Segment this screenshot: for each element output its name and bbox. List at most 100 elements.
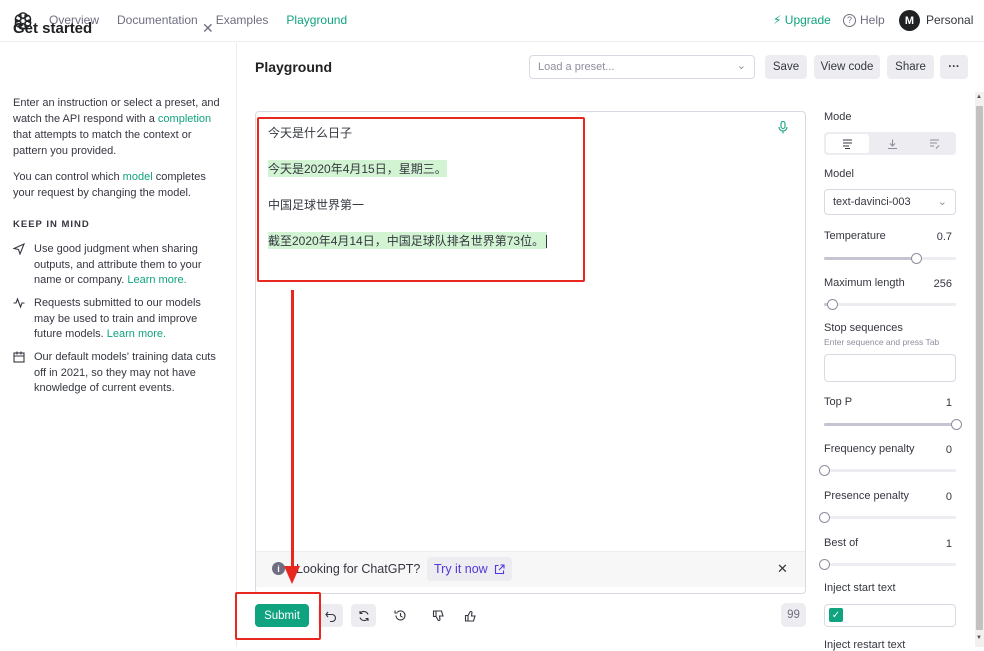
best-of-slider[interactable] xyxy=(819,559,956,570)
inject-start-label: Inject start text xyxy=(824,582,896,594)
temperature-slider[interactable] xyxy=(824,253,956,264)
max-length-slider[interactable] xyxy=(824,299,956,310)
sidebar-intro: Enter an instruction or select a preset,… xyxy=(13,97,220,157)
inject-restart-label: Inject restart text xyxy=(824,639,906,651)
presence-penalty-value: 0 xyxy=(945,491,952,503)
annotation-box-submit xyxy=(235,592,321,640)
save-button[interactable]: Save xyxy=(765,55,807,79)
view-code-button[interactable]: View code xyxy=(814,55,880,79)
insert-mode-icon xyxy=(887,139,898,149)
mode-complete-tab[interactable] xyxy=(826,134,869,153)
top-p-label: Top P xyxy=(824,396,853,408)
avatar[interactable]: M xyxy=(899,10,920,31)
scroll-down-arrow-icon[interactable]: ▼ xyxy=(976,635,982,641)
slider-handle[interactable] xyxy=(819,465,830,476)
share-button[interactable]: Share xyxy=(887,55,934,79)
model-link[interactable]: model xyxy=(123,171,153,183)
slider-handle[interactable] xyxy=(819,512,830,523)
preset-placeholder: Load a preset... xyxy=(538,61,615,73)
thumbs-down-icon xyxy=(432,609,444,622)
calendar-icon xyxy=(13,350,34,397)
edit-mode-icon xyxy=(929,138,940,149)
activity-icon xyxy=(13,296,34,343)
completion-link[interactable]: completion xyxy=(158,113,211,125)
thumbs-up-button[interactable] xyxy=(460,604,480,627)
frequency-penalty-label: Frequency penalty xyxy=(824,443,915,455)
slider-handle[interactable] xyxy=(951,419,962,430)
help-link[interactable]: ? Help xyxy=(843,13,885,27)
tip-judgment: Use good judgment when sharing outputs, … xyxy=(13,242,223,289)
slider-handle[interactable] xyxy=(826,299,838,310)
frequency-penalty-value: 0 xyxy=(945,444,952,456)
history-button[interactable] xyxy=(390,604,410,627)
sidebar-title: Get started xyxy=(13,20,93,37)
model-label: Model xyxy=(824,168,854,180)
slider-handle[interactable] xyxy=(911,253,923,264)
stop-sequences-input[interactable] xyxy=(824,354,956,382)
slider-handle[interactable] xyxy=(819,559,830,570)
max-length-value: 256 xyxy=(933,278,952,290)
help-label: Help xyxy=(860,13,885,27)
undo-button[interactable] xyxy=(318,604,343,627)
undo-icon xyxy=(324,610,337,622)
sidebar-model-text: You can control which model completes yo… xyxy=(13,171,206,199)
token-count: 99 xyxy=(781,603,806,627)
regenerate-button[interactable] xyxy=(351,604,376,627)
mode-insert-tab[interactable] xyxy=(871,132,914,155)
nav-playground[interactable]: Playground xyxy=(286,13,347,27)
complete-mode-icon xyxy=(842,138,853,149)
preset-select[interactable]: Load a preset... ⌄ xyxy=(529,55,755,79)
annotation-box-text xyxy=(257,117,585,282)
mode-label: Mode xyxy=(824,111,852,123)
more-options-button[interactable]: ··· xyxy=(940,55,968,79)
top-p-value: 1 xyxy=(945,397,952,409)
microphone-icon[interactable] xyxy=(778,121,788,134)
account-name[interactable]: Personal xyxy=(926,13,973,27)
thumbs-up-icon xyxy=(464,610,476,622)
scroll-up-arrow-icon[interactable]: ▲ xyxy=(976,94,982,100)
tip-cutoff: Our default models' training data cuts o… xyxy=(13,350,223,397)
try-it-now-button[interactable]: Try it now xyxy=(427,557,512,581)
close-icon[interactable]: ✕ xyxy=(202,20,214,37)
max-length-label: Maximum length xyxy=(824,277,905,289)
nav-documentation[interactable]: Documentation xyxy=(117,13,198,27)
chevron-down-icon: ⌄ xyxy=(937,196,947,208)
top-p-slider[interactable] xyxy=(824,419,962,430)
help-icon: ? xyxy=(843,13,856,27)
upgrade-label: Upgrade xyxy=(784,13,831,27)
inject-start-checkbox[interactable]: ✓ xyxy=(829,608,843,622)
send-icon xyxy=(13,242,34,289)
mode-edit-tab[interactable] xyxy=(913,132,956,155)
history-icon xyxy=(393,609,407,622)
lightning-icon: ⚡ xyxy=(773,13,782,27)
model-select[interactable]: text-davinci-003 ⌄ xyxy=(824,189,956,215)
learn-more-link[interactable]: Learn more. xyxy=(107,328,166,340)
upgrade-link[interactable]: ⚡ Upgrade xyxy=(773,13,831,27)
model-value: text-davinci-003 xyxy=(833,196,911,208)
temperature-value: 0.7 xyxy=(936,231,952,243)
presence-penalty-label: Presence penalty xyxy=(824,490,909,502)
chevron-down-icon: ⌄ xyxy=(736,60,746,72)
close-banner-icon[interactable]: ✕ xyxy=(777,561,788,577)
annotation-arrow xyxy=(291,290,294,572)
best-of-label: Best of xyxy=(824,537,859,549)
inject-start-input[interactable] xyxy=(824,604,956,627)
top-navbar: Overview Documentation Examples Playgrou… xyxy=(0,0,984,42)
learn-more-link[interactable]: Learn more. xyxy=(127,274,186,286)
page-title: Playground xyxy=(255,59,333,75)
best-of-value: 1 xyxy=(945,538,952,550)
chatgpt-banner-text: Looking for ChatGPT? xyxy=(296,562,421,576)
stop-sequences-hint: Enter sequence and press Tab xyxy=(824,337,940,347)
nav-examples[interactable]: Examples xyxy=(216,13,269,27)
temperature-label: Temperature xyxy=(824,230,886,242)
external-link-icon xyxy=(494,563,505,575)
thumbs-down-button[interactable] xyxy=(428,604,448,627)
annotation-arrow-head xyxy=(284,566,300,584)
presence-penalty-slider[interactable] xyxy=(819,512,956,523)
frequency-penalty-slider[interactable] xyxy=(819,465,956,476)
keep-in-mind-heading: KEEP IN MIND xyxy=(13,219,90,230)
mode-selector xyxy=(824,132,956,155)
refresh-icon xyxy=(358,610,370,622)
stop-sequences-label: Stop sequences xyxy=(824,322,903,334)
scrollbar-thumb[interactable] xyxy=(976,106,983,630)
